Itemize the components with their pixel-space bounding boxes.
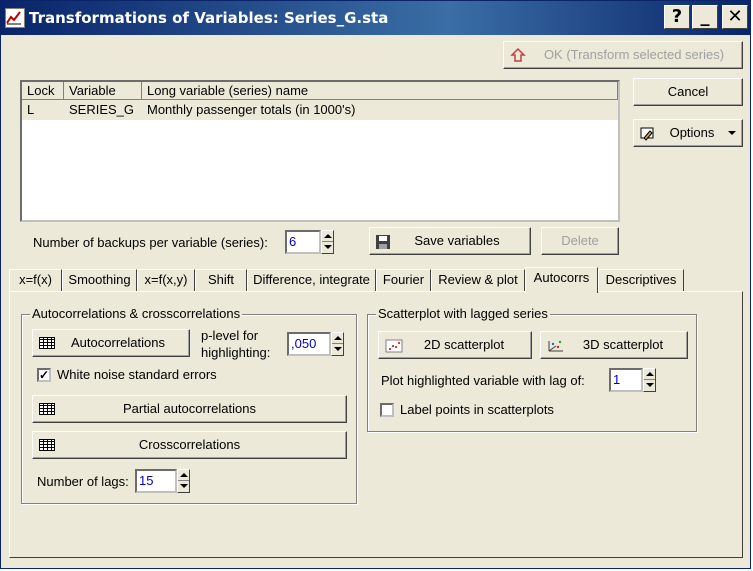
spin-up-icon[interactable] <box>178 470 189 481</box>
spin-up-icon[interactable] <box>644 369 655 380</box>
app-chart-icon <box>5 8 25 28</box>
cross-label: Crosscorrelations <box>138 437 241 452</box>
cancel-button[interactable]: Cancel <box>633 78 743 106</box>
backups-label: Number of backups per variable (series): <box>33 235 268 250</box>
backups-spinner[interactable] <box>321 230 334 254</box>
checkmark-icon: ✓ <box>39 368 50 382</box>
tab-x-fxy[interactable]: x=f(x,y) <box>137 269 195 291</box>
crosscorrelations-button[interactable]: Crosscorrelations <box>32 431 347 459</box>
row-long-name: Monthly passenger totals (in 1000's) <box>147 102 356 117</box>
options-label: Options <box>669 125 715 140</box>
autocorr-group-title: Autocorrelations & crosscorrelations <box>30 306 243 321</box>
autocorrelations-button[interactable]: Autocorrelations <box>32 329 190 357</box>
tab-difference-integrate[interactable]: Difference, integrate <box>247 269 376 291</box>
dropdown-arrow-icon <box>728 131 736 135</box>
tab-fourier[interactable]: Fourier <box>376 269 431 291</box>
floppy-disk-icon <box>375 233 391 259</box>
list-header-lock[interactable]: Lock <box>22 82 64 100</box>
delete-button[interactable]: Delete <box>541 227 619 255</box>
spin-up-icon[interactable] <box>322 231 333 242</box>
spin-up-icon[interactable] <box>332 333 343 344</box>
help-button[interactable]: ? <box>664 5 690 29</box>
tab-x-fx[interactable]: x=f(x) <box>9 269 62 291</box>
label-points-label: Label points in scatterplots <box>400 402 554 417</box>
white-noise-label: White noise standard errors <box>57 367 217 382</box>
lag-input[interactable]: 1 <box>609 368 643 392</box>
spin-down-icon[interactable] <box>332 344 343 355</box>
save-variables-label: Save variables <box>414 233 500 248</box>
minimize-button[interactable]: _ <box>692 5 718 29</box>
lag-label: Plot highlighted variable with lag of: <box>381 373 585 388</box>
white-noise-checkbox[interactable]: ✓ <box>37 368 51 382</box>
spin-down-icon[interactable] <box>178 481 189 492</box>
ok-label: OK (Transform selected series) <box>543 47 725 62</box>
ok-arrow-icon <box>510 46 526 72</box>
title-bar[interactable]: Transformations of Variables: Series_G.s… <box>1 1 750 35</box>
scatter-3d-icon <box>547 337 565 363</box>
backups-input[interactable]: 6 <box>285 230 321 254</box>
tab-shift[interactable]: Shift <box>195 269 247 291</box>
ok-transform-button[interactable]: OK (Transform selected series) <box>503 41 743 69</box>
window-title: Transformations of Variables: Series_G.s… <box>29 9 389 27</box>
lags-input[interactable]: 15 <box>135 469 177 493</box>
partial-autocorrelations-button[interactable]: Partial autocorrelations <box>32 395 347 423</box>
scatter2d-button[interactable]: 2D scatterplot <box>378 331 532 359</box>
autocorrelations-label: Autocorrelations <box>71 335 165 350</box>
plevel-label-1: p-level for <box>201 328 259 343</box>
partial-label: Partial autocorrelations <box>123 401 256 416</box>
row-lock: L <box>27 102 35 117</box>
autocorr-group: Autocorrelations & crosscorrelations Aut… <box>21 306 357 504</box>
scatter3d-label: 3D scatterplot <box>582 337 664 352</box>
grid-icon <box>39 439 55 451</box>
plevel-spinner[interactable] <box>331 332 344 356</box>
list-header-long-name[interactable]: Long variable (series) name <box>142 82 618 100</box>
grid-icon <box>39 403 55 415</box>
grid-icon <box>39 337 55 349</box>
scatter3d-button[interactable]: 3D scatterplot <box>540 331 688 359</box>
options-button[interactable]: Options <box>633 119 743 147</box>
dialog-window: Transformations of Variables: Series_G.s… <box>0 0 751 569</box>
tab-descriptives[interactable]: Descriptives <box>598 269 684 291</box>
plevel-input[interactable]: ,050 <box>287 332 331 356</box>
save-variables-button[interactable]: Save variables <box>369 227 531 255</box>
lag-spinner[interactable] <box>643 368 656 392</box>
close-button[interactable]: ✕ <box>722 5 748 29</box>
label-points-checkbox[interactable] <box>380 403 394 417</box>
options-icon <box>640 125 656 151</box>
tab-autocorrs[interactable]: Autocorrs <box>525 267 598 293</box>
cancel-label: Cancel <box>667 84 709 99</box>
tab-review-plot[interactable]: Review & plot <box>431 269 525 291</box>
spin-down-icon[interactable] <box>644 380 655 391</box>
scatter-2d-icon <box>385 337 403 363</box>
row-variable: SERIES_G <box>69 102 135 117</box>
autocorrs-panel: Autocorrelations & crosscorrelations Aut… <box>9 291 743 558</box>
scatter-group: Scatterplot with lagged series 2D scatte… <box>367 306 697 432</box>
tab-smoothing[interactable]: Smoothing <box>62 269 137 291</box>
list-item[interactable]: L SERIES_G Monthly passenger totals (in … <box>22 100 618 120</box>
variable-list[interactable]: Lock Variable Long variable (series) nam… <box>20 80 620 222</box>
lags-label: Number of lags: <box>37 474 129 489</box>
scatter2d-label: 2D scatterplot <box>423 337 505 352</box>
delete-label: Delete <box>561 233 599 248</box>
plevel-label-2: highlighting: <box>201 345 271 360</box>
lags-spinner[interactable] <box>177 469 190 493</box>
list-header-variable[interactable]: Variable <box>64 82 142 100</box>
spin-down-icon[interactable] <box>322 242 333 253</box>
scatter-group-title: Scatterplot with lagged series <box>376 306 550 321</box>
